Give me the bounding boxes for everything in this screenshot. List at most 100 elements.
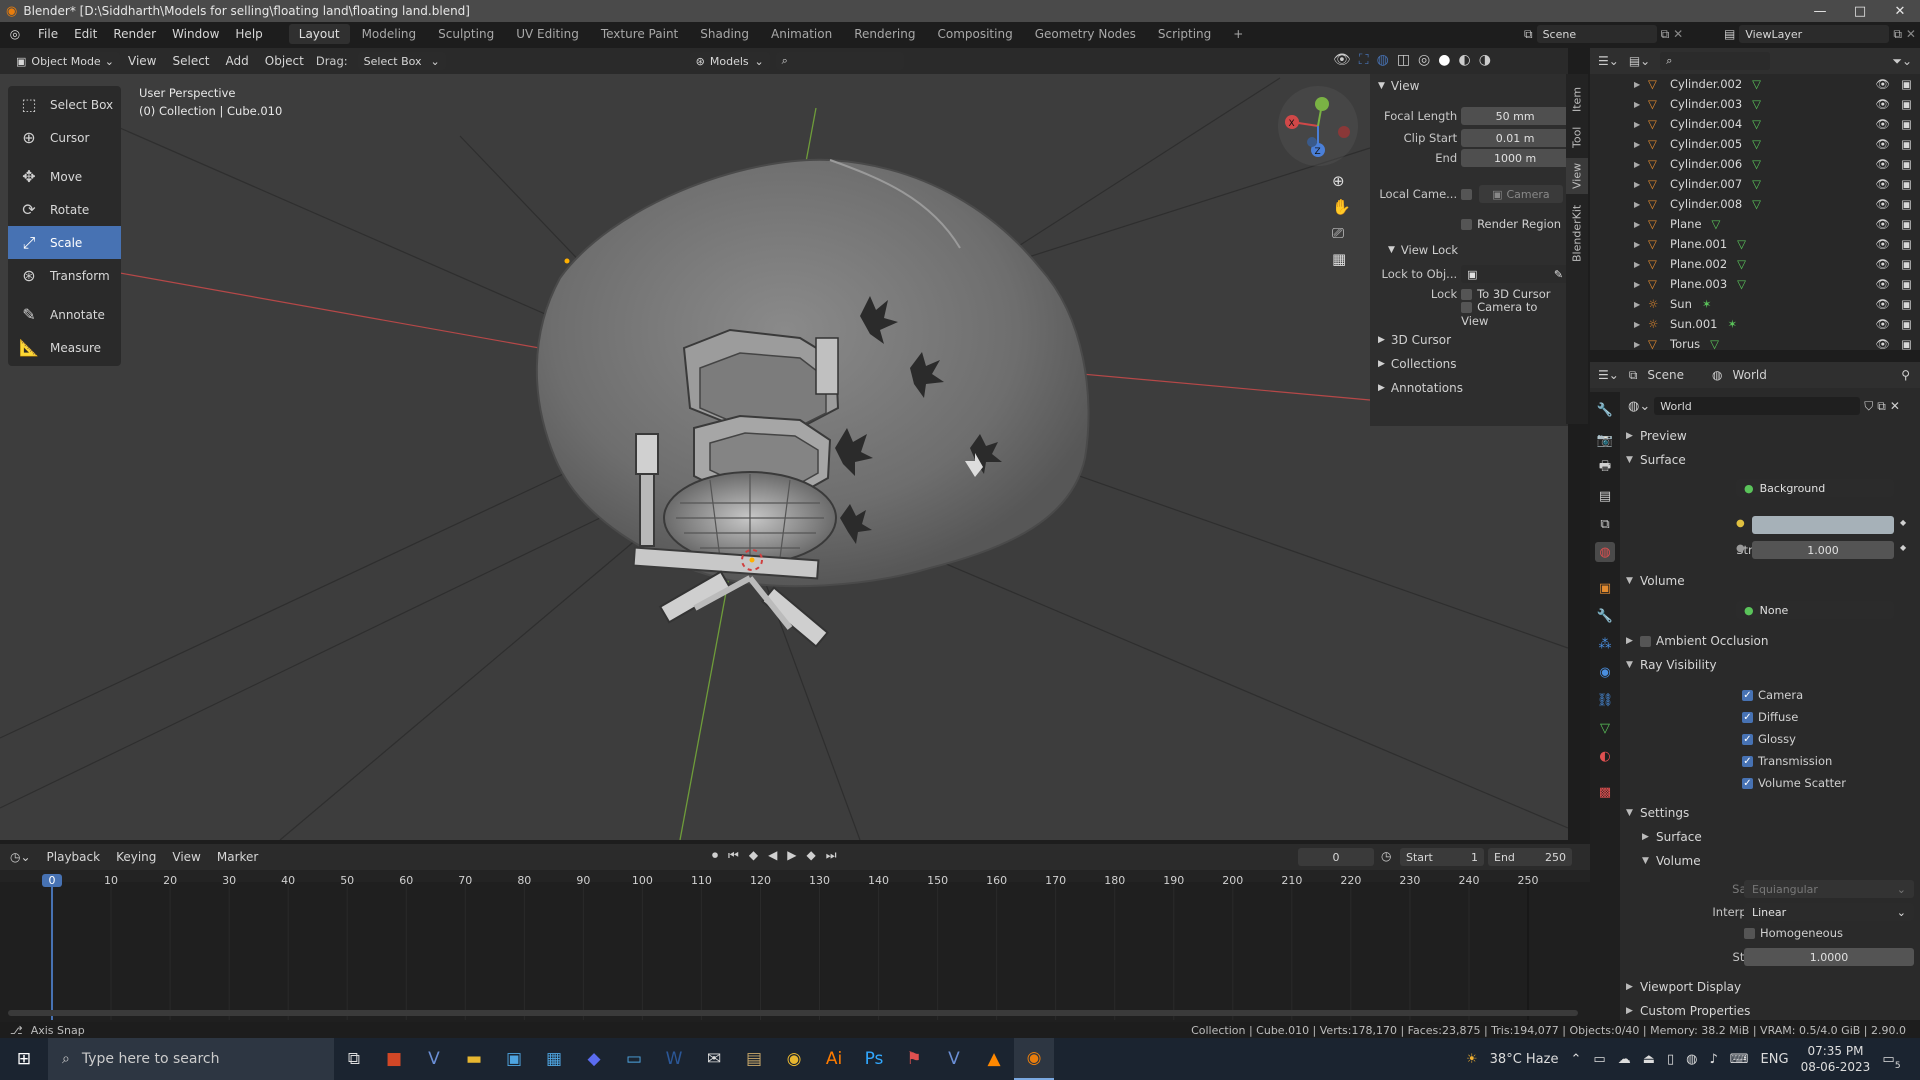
disable-in-renders-camera-icon[interactable]: ▣ (1901, 257, 1912, 271)
visibility-icon[interactable]: 👁 (1333, 52, 1351, 68)
new-view-layer-icon[interactable]: ⧉ (1893, 27, 1902, 42)
tab-tool[interactable]: Tool (1566, 120, 1588, 154)
outliner-row[interactable]: ▶ ▽ Plane.003 ▽ 👁 ▣ (1590, 274, 1920, 294)
outliner-item-name[interactable]: Plane.002 (1670, 257, 1727, 271)
object-properties-icon[interactable]: ▣ (1595, 578, 1615, 598)
navigation-gizmo[interactable]: X Z (1278, 86, 1358, 166)
ray-glossy-checkbox[interactable]: ✓ Glossy (1742, 728, 1846, 750)
disable-in-renders-camera-icon[interactable]: ▣ (1901, 337, 1912, 351)
hide-in-viewport-eye-icon[interactable]: 👁 (1875, 317, 1890, 331)
annotations-panel-header[interactable]: ▶ Annotations (1370, 378, 1568, 398)
media-app-icon[interactable]: ◆ (574, 1038, 614, 1080)
overlay-toggle-icon[interactable]: ◍ (1377, 52, 1389, 68)
outliner-row[interactable]: ▶ ▽ Cylinder.008 ▽ 👁 ▣ (1590, 194, 1920, 214)
tab-shading[interactable]: Shading (690, 24, 759, 44)
disable-in-renders-camera-icon[interactable]: ▣ (1901, 237, 1912, 251)
gizmo-toggle-icon[interactable]: ⛶ (1359, 52, 1369, 68)
rendered-shading-icon[interactable]: ◑ (1479, 52, 1491, 68)
lock-to-object-field[interactable]: ▣ ✎ (1461, 265, 1570, 283)
tool-move[interactable]: ✥ Move (8, 160, 121, 193)
expand-arrow-icon[interactable]: ▶ (1634, 340, 1648, 349)
illustrator-icon[interactable]: Ai (814, 1038, 854, 1080)
timeline-menu-marker[interactable]: Marker (209, 850, 266, 864)
camera-to-view-checkbox[interactable]: Camera to View (1461, 300, 1568, 328)
remove-view-layer-icon[interactable]: ✕ (1906, 27, 1916, 41)
3d-viewport[interactable]: User Perspective (0) Collection | Cube.0… (0, 48, 1568, 840)
tool-cursor[interactable]: ⊕ Cursor (8, 121, 121, 154)
lock-to-3d-cursor-checkbox[interactable]: To 3D Cursor (1461, 287, 1550, 301)
outliner-row[interactable]: ▶ ☼ Sun ✶ 👁 ▣ (1590, 294, 1920, 314)
tab-animation[interactable]: Animation (761, 24, 842, 44)
taskbar-search-box[interactable]: ⌕ Type here to search (48, 1038, 334, 1080)
constraint-properties-icon[interactable]: ⛓ (1595, 690, 1615, 710)
play-icon[interactable]: ▶ (787, 848, 796, 863)
ambient-occlusion-panel-header[interactable]: ▶ Ambient Occlusion (1626, 631, 1768, 651)
3d-cursor-panel-header[interactable]: ▶ 3D Cursor (1370, 330, 1568, 350)
hide-in-viewport-eye-icon[interactable]: 👁 (1875, 117, 1890, 131)
expand-arrow-icon[interactable]: ▶ (1634, 320, 1648, 329)
scene-selector[interactable]: Scene (1536, 25, 1657, 43)
tool-measure[interactable]: 📐 Measure (8, 331, 121, 364)
timeline-menu-view[interactable]: View (164, 850, 208, 864)
document-app-icon[interactable]: ▭ (614, 1038, 654, 1080)
data-properties-icon[interactable]: ▽ (1595, 718, 1615, 738)
surface-shader-field[interactable]: ● Background (1736, 479, 1894, 497)
interpolation-dropdown[interactable]: Linear ⌄ (1744, 903, 1914, 921)
ambient-occlusion-checkbox[interactable] (1640, 635, 1651, 647)
outliner-row[interactable]: ▶ ▽ Cylinder.005 ▽ 👁 ▣ (1590, 134, 1920, 154)
timeline-editor[interactable]: 0 10 20 30 40 50 60 70 80 90 100 110 120 130 140 150 160… (0, 844, 1590, 1022)
chrome-icon[interactable]: ◉ (774, 1038, 814, 1080)
view-panel-header[interactable]: ▼ View (1370, 76, 1568, 96)
breadcrumb-world[interactable]: World (1732, 368, 1766, 382)
keyframe-dot-icon[interactable]: ◆ (1900, 518, 1906, 527)
hide-in-viewport-eye-icon[interactable]: 👁 (1875, 197, 1890, 211)
outliner-row[interactable]: ▶ ▽ Cylinder.002 ▽ 👁 ▣ (1590, 74, 1920, 94)
particle-properties-icon[interactable]: ⁂ (1595, 634, 1615, 654)
tab-sculpting[interactable]: Sculpting (428, 24, 504, 44)
settings-surface-subpanel[interactable]: ▶ Surface (1642, 827, 1702, 847)
drag-select-dropdown[interactable]: Select Box ⌄ (357, 52, 446, 70)
outliner-row[interactable]: ▶ ▽ Cylinder.007 ▽ 👁 ▣ (1590, 174, 1920, 194)
expand-arrow-icon[interactable]: ▶ (1634, 220, 1648, 229)
outliner-item-name[interactable]: Cylinder.005 (1670, 137, 1742, 151)
collections-panel-header[interactable]: ▶ Collections (1370, 354, 1568, 374)
battery-icon[interactable]: ▯ (1667, 1052, 1674, 1067)
tool-rotate[interactable]: ⟳ Rotate (8, 193, 121, 226)
timeline-scrollbar[interactable] (8, 1010, 1578, 1016)
jump-to-end-icon[interactable]: ⏭ (826, 848, 837, 863)
blender-menu-icon[interactable]: ◎ (0, 27, 30, 41)
texture-properties-icon[interactable]: ▩ (1595, 782, 1615, 802)
browser-app-icon[interactable]: ▣ (494, 1038, 534, 1080)
expand-arrow-icon[interactable]: ▶ (1634, 160, 1648, 169)
pin-icon[interactable]: ⚲ (1901, 368, 1910, 382)
tab-blenderkit[interactable]: BlenderKit (1566, 198, 1588, 268)
outliner-item-name[interactable]: Sun.001 (1670, 317, 1717, 331)
ray-diffuse-checkbox[interactable]: ✓ Diffuse (1742, 706, 1846, 728)
ray-camera-checkbox[interactable]: ✓ Camera (1742, 684, 1846, 706)
outliner-row[interactable]: ▶ ▽ Cylinder.003 ▽ 👁 ▣ (1590, 94, 1920, 114)
mail-app-icon[interactable]: ✉ (694, 1038, 734, 1080)
outliner-item-name[interactable]: Plane (1670, 217, 1702, 231)
file-explorer-icon[interactable]: ▬ (454, 1038, 494, 1080)
disable-in-renders-camera-icon[interactable]: ▣ (1901, 157, 1912, 171)
view-lock-header[interactable]: ▼ View Lock (1370, 240, 1568, 260)
expand-arrow-icon[interactable]: ▶ (1634, 200, 1648, 209)
start-frame-field[interactable]: Start 1 (1400, 848, 1484, 866)
timeline-menu-playback[interactable]: Playback (39, 850, 109, 864)
outliner-item-name[interactable]: Cylinder.007 (1670, 177, 1742, 191)
hide-in-viewport-eye-icon[interactable]: 👁 (1875, 297, 1890, 311)
fake-user-shield-icon[interactable]: ⛉ (1864, 399, 1873, 414)
outliner-row[interactable]: ▶ ▽ Plane ▽ 👁 ▣ (1590, 214, 1920, 234)
hide-in-viewport-eye-icon[interactable]: 👁 (1875, 237, 1890, 251)
tab-geometry-nodes[interactable]: Geometry Nodes (1025, 24, 1146, 44)
custom-properties-panel-header[interactable]: ▶ Custom Properties (1626, 1001, 1750, 1021)
outliner-row[interactable]: ▶ ▽ Plane.001 ▽ 👁 ▣ (1590, 234, 1920, 254)
ortho-grid-icon[interactable]: ▦ (1332, 250, 1351, 268)
expand-arrow-icon[interactable]: ▶ (1634, 280, 1648, 289)
view-layer-icon[interactable]: ▤ (1724, 27, 1735, 41)
camera-view-icon[interactable]: ⎚ (1332, 224, 1351, 242)
settings-panel-header[interactable]: ▼ Settings (1626, 803, 1689, 823)
duplicate-world-icon[interactable]: ⧉ (1877, 399, 1886, 414)
outliner-row[interactable]: ▶ ▽ Cylinder.004 ▽ 👁 ▣ (1590, 114, 1920, 134)
photoshop-icon[interactable]: Ps (854, 1038, 894, 1080)
